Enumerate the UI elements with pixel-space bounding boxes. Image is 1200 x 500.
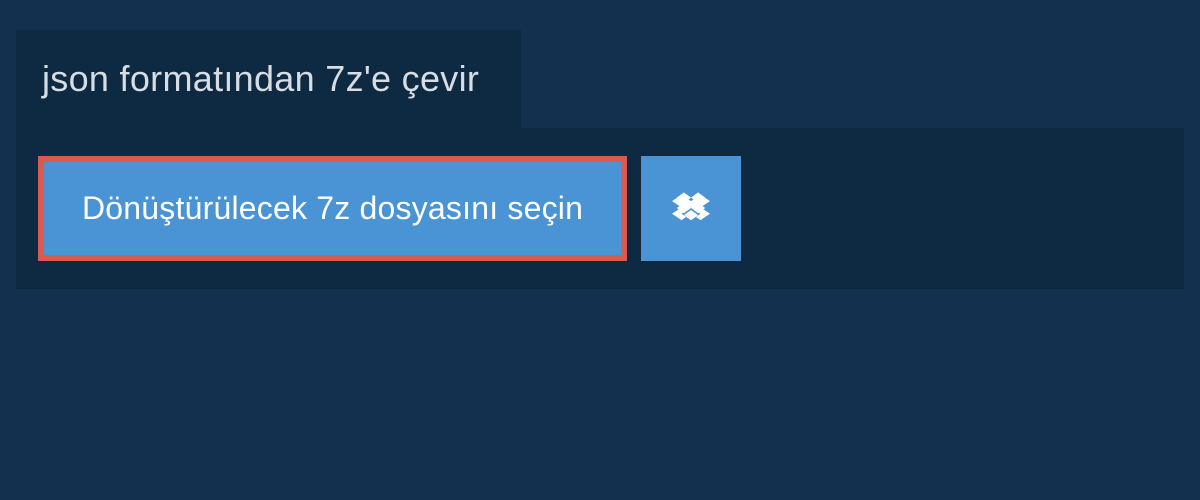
dropbox-icon bbox=[672, 190, 710, 228]
page-title: json formatından 7z'e çevir bbox=[42, 58, 479, 99]
select-file-label: Dönüştürülecek 7z dosyasını seçin bbox=[82, 190, 583, 227]
button-row: Dönüştürülecek 7z dosyasını seçin bbox=[38, 156, 1162, 261]
page-title-tab: json formatından 7z'e çevir bbox=[16, 30, 521, 128]
main-panel: Dönüştürülecek 7z dosyasını seçin bbox=[16, 128, 1184, 289]
select-file-button[interactable]: Dönüştürülecek 7z dosyasını seçin bbox=[38, 156, 627, 261]
dropbox-button[interactable] bbox=[641, 156, 741, 261]
